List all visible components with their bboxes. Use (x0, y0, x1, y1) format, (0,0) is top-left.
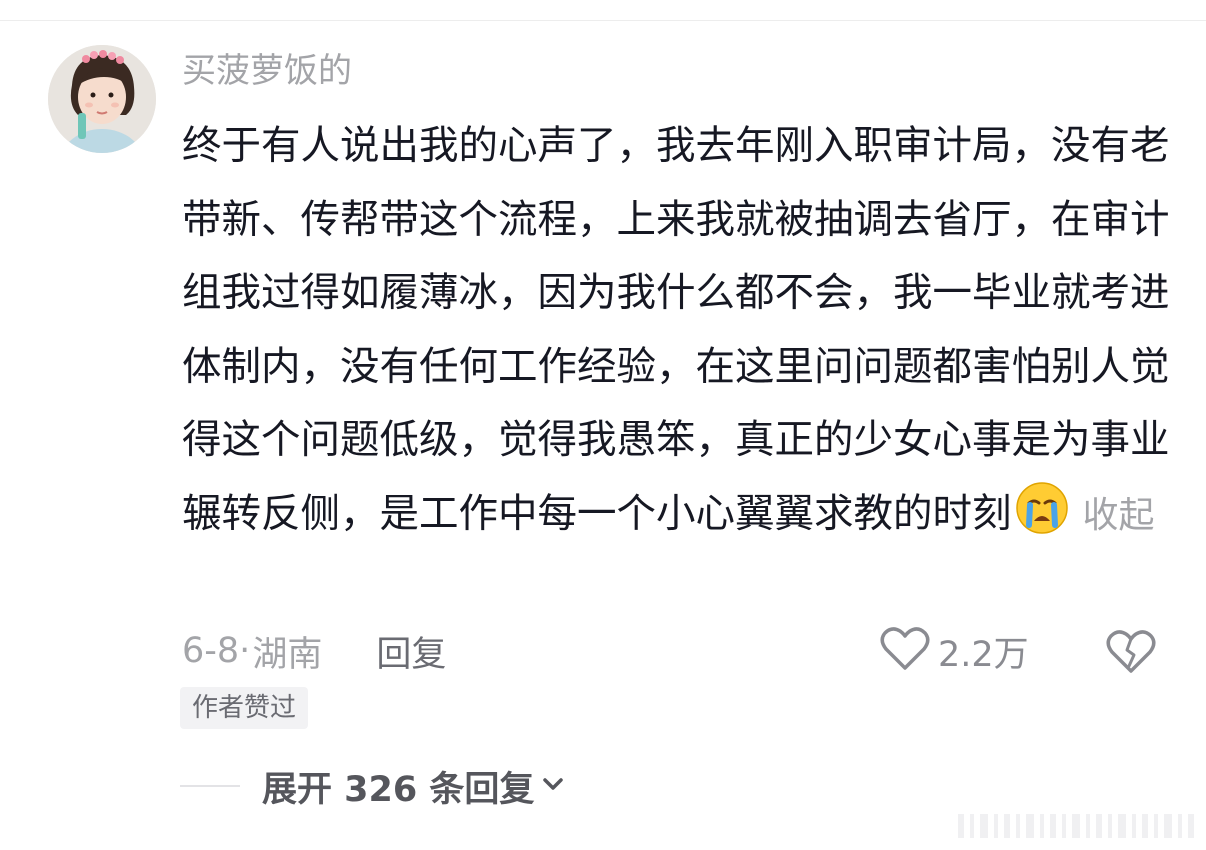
meta-separator: · (239, 631, 251, 671)
comment-date: 6-8 (182, 631, 240, 671)
username[interactable]: 买菠萝饭的 (182, 48, 352, 94)
crying-face-emoji-icon (1015, 481, 1069, 535)
heart-outline-icon (880, 626, 930, 676)
chevron-down-icon (540, 766, 566, 806)
avatar-image (48, 45, 156, 153)
author-liked-badge: 作者赞过 (180, 687, 309, 729)
expand-replies-label: 展开 326 条回复 (262, 769, 535, 810)
avatar[interactable] (48, 45, 156, 153)
watermark-stripes (958, 812, 1198, 840)
collapse-link[interactable]: 收起 (1083, 495, 1155, 536)
reply-button[interactable]: 回复 (376, 626, 446, 677)
top-divider (0, 20, 1206, 21)
comment-location: 湖南 (252, 634, 323, 675)
expand-divider-line (180, 785, 240, 787)
expand-replies-button[interactable]: 展开 326 条回复 (262, 762, 566, 810)
like-button[interactable]: 2.2万 (880, 626, 1029, 676)
like-count: 2.2万 (938, 634, 1029, 675)
broken-heart-icon[interactable] (1106, 626, 1156, 676)
comment-text-block: 终于有人说出我的心声了，我去年刚入职审计局，没有老带新、传帮带这个流程，上来我就… (182, 110, 1172, 552)
comment-text: 终于有人说出我的心声了，我去年刚入职审计局，没有老带新、传帮带这个流程，上来我就… (182, 123, 1170, 537)
comment-meta: 6-8 · 湖南 回复 (182, 626, 446, 676)
